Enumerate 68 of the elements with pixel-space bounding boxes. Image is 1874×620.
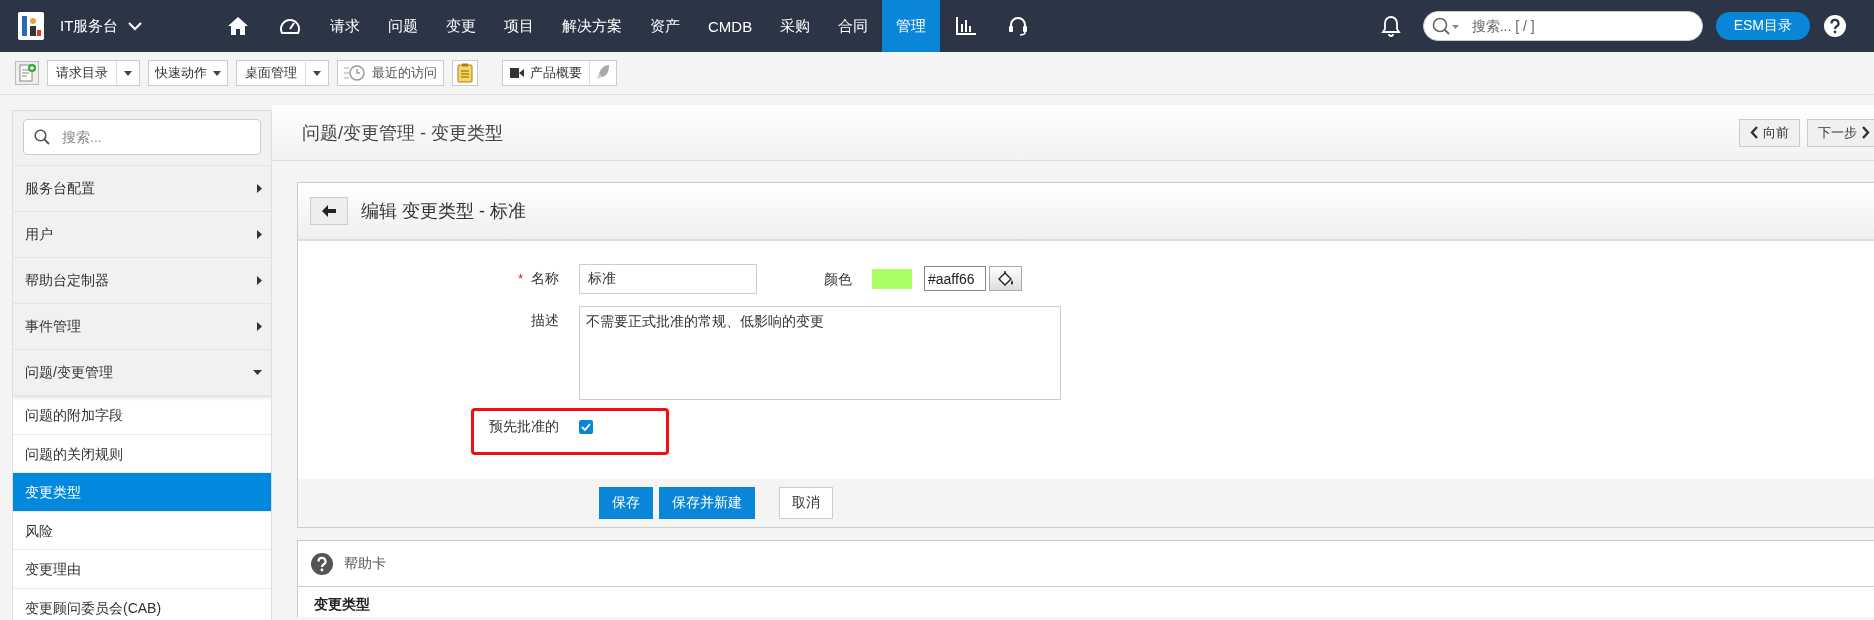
nav-tab[interactable]: 管理 bbox=[882, 0, 941, 52]
menu-item[interactable]: 问题的关闭规则 bbox=[13, 434, 271, 473]
search-icon[interactable] bbox=[1431, 17, 1460, 35]
dropdown-button[interactable]: 快速动作 bbox=[148, 60, 228, 86]
video-camera-icon bbox=[510, 68, 524, 78]
description-field[interactable]: 不需要正式批准的常规、低影响的变更 bbox=[579, 306, 1061, 400]
caret-icon[interactable] bbox=[124, 70, 132, 76]
nav-tab[interactable]: 项目 bbox=[490, 0, 548, 52]
help-card-title: 帮助卡 bbox=[344, 554, 386, 573]
field-label: 名称 bbox=[531, 270, 559, 288]
help-heading: 变更类型 bbox=[313, 595, 371, 614]
caret-icon[interactable] bbox=[313, 70, 321, 76]
back-button[interactable] bbox=[310, 197, 348, 225]
headset-icon[interactable] bbox=[1008, 16, 1029, 36]
nav-tab[interactable]: 资产 bbox=[636, 0, 694, 52]
nav-tab[interactable]: 解决方案 bbox=[548, 0, 636, 52]
nav-tab[interactable]: CMDB bbox=[694, 0, 767, 52]
search-field[interactable]: 搜索... [ / ] bbox=[1422, 11, 1703, 41]
app-logo-icon bbox=[18, 12, 44, 40]
caret-icon bbox=[213, 70, 221, 76]
app-title[interactable]: IT服务台 bbox=[60, 16, 119, 36]
esm-catalog-button[interactable]: ESM目录 bbox=[1715, 12, 1810, 40]
required-mark: * bbox=[518, 272, 523, 286]
arrow-left-icon bbox=[322, 205, 336, 217]
paint-bucket-icon bbox=[996, 270, 1015, 287]
menu-group-item[interactable]: 用户 bbox=[13, 212, 271, 258]
menu-item[interactable]: 变更类型 bbox=[13, 473, 271, 512]
menu-item[interactable]: 问题的附加字段 bbox=[13, 396, 271, 435]
menu-item[interactable]: 变更理由 bbox=[13, 550, 271, 589]
menu-item[interactable]: 变更顾问委员会(CAB) bbox=[13, 588, 271, 620]
page-title: 问题/变更管理 - 变更类型 bbox=[302, 121, 503, 145]
color-field[interactable]: #aaff66 bbox=[924, 266, 986, 291]
speedometer-icon[interactable] bbox=[279, 16, 301, 36]
field-label: 预先批准的 bbox=[489, 418, 559, 436]
nav-tab[interactable]: 变更 bbox=[432, 0, 490, 52]
menu-group-item[interactable]: 事件管理 bbox=[13, 304, 271, 350]
form-title: 编辑 变更类型 - 标准 bbox=[361, 200, 526, 223]
primary-button[interactable]: 保存 bbox=[599, 487, 653, 519]
nav-tab[interactable]: 问题 bbox=[374, 0, 432, 52]
search-field[interactable]: 搜索... bbox=[23, 119, 261, 155]
bell-icon[interactable] bbox=[1380, 15, 1401, 37]
chevron-right-icon bbox=[1862, 126, 1870, 139]
name-field[interactable]: 标准 bbox=[579, 264, 757, 294]
help-icon bbox=[311, 552, 333, 575]
help-icon[interactable] bbox=[1824, 15, 1846, 37]
menu-group-item[interactable]: 帮助台定制器 bbox=[13, 258, 271, 304]
chevron-down-icon[interactable] bbox=[128, 21, 143, 31]
menu-item[interactable]: 风险 bbox=[13, 511, 271, 550]
nav-tab[interactable]: 采购 bbox=[766, 0, 825, 52]
next-button[interactable]: 下一步 bbox=[1807, 118, 1874, 147]
chevron-left-icon bbox=[1750, 126, 1758, 139]
field-label: 颜色 bbox=[824, 270, 852, 289]
primary-button[interactable]: 保存并新建 bbox=[659, 487, 755, 519]
cancel-button[interactable]: 取消 bbox=[779, 487, 833, 519]
new-note-icon[interactable] bbox=[15, 61, 39, 85]
field-label: 描述 bbox=[531, 312, 559, 330]
nav-tab[interactable]: 请求 bbox=[316, 0, 374, 52]
nav-tab[interactable]: 合同 bbox=[824, 0, 883, 52]
checkbox[interactable] bbox=[579, 420, 593, 434]
home-icon[interactable] bbox=[228, 17, 248, 35]
recent-visits-button[interactable]: 最近的访问 bbox=[337, 60, 444, 86]
color-picker-button[interactable] bbox=[989, 266, 1022, 291]
history-clock-icon bbox=[344, 64, 366, 82]
menu-group-item[interactable]: 服务台配置 bbox=[13, 166, 271, 212]
previous-button[interactable]: 向前 bbox=[1739, 118, 1800, 147]
clipboard-icon[interactable] bbox=[457, 63, 473, 83]
search-icon bbox=[34, 129, 50, 145]
bar-chart-icon[interactable] bbox=[956, 17, 977, 35]
